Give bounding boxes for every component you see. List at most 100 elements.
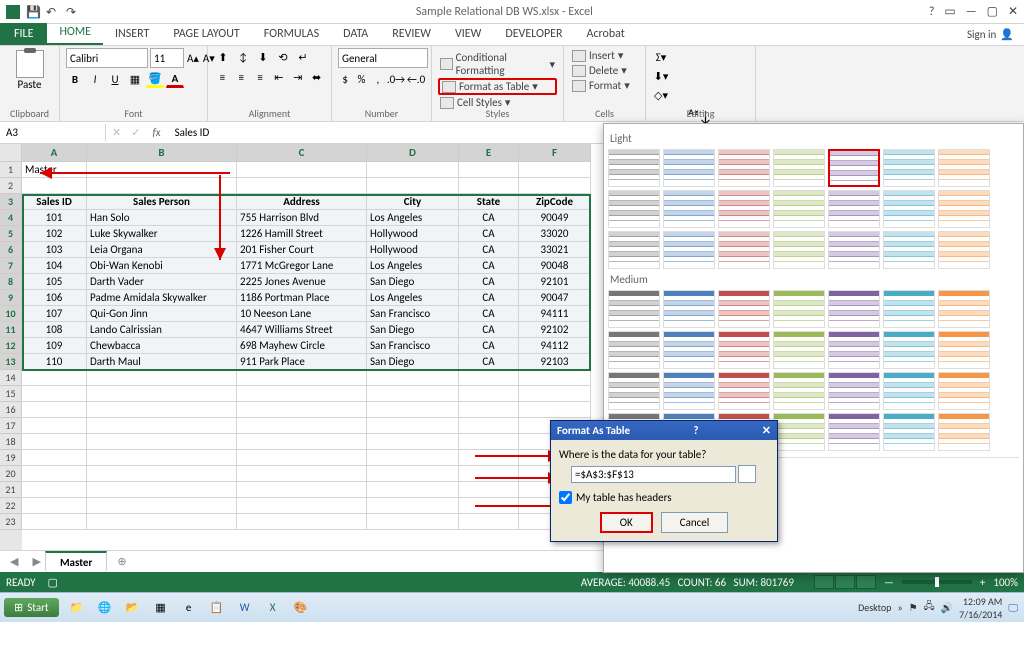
cell[interactable]: 1226 Hamill Street: [237, 226, 367, 242]
clock-time[interactable]: 12:09 AM: [959, 595, 1002, 608]
minimize-icon[interactable]: —: [966, 5, 977, 19]
cell[interactable]: 90048: [519, 258, 591, 274]
col-header-E[interactable]: E: [459, 144, 519, 162]
row-header-19[interactable]: 19: [0, 450, 22, 466]
cell[interactable]: San Diego: [367, 354, 459, 370]
row-header-4[interactable]: 4: [0, 210, 22, 226]
cell[interactable]: [367, 162, 459, 178]
table-style-swatch[interactable]: [828, 372, 880, 410]
table-style-swatch[interactable]: [663, 190, 715, 228]
row-header-20[interactable]: 20: [0, 466, 22, 482]
cell[interactable]: State: [459, 194, 519, 210]
cell[interactable]: Darth Vader: [87, 274, 237, 290]
view-normal-icon[interactable]: [814, 575, 834, 589]
table-style-swatch[interactable]: [773, 331, 825, 369]
cell[interactable]: [459, 418, 519, 434]
format-as-table-button[interactable]: Format as Table▾: [438, 78, 557, 95]
range-input[interactable]: [571, 466, 736, 483]
cell[interactable]: [22, 514, 87, 530]
maximize-icon[interactable]: ▢: [987, 4, 998, 19]
name-box[interactable]: A3: [0, 124, 106, 141]
cell[interactable]: Luke Skywalker: [87, 226, 237, 242]
table-style-swatch[interactable]: [828, 331, 880, 369]
tray-monitor-icon[interactable]: 🖵: [1008, 601, 1018, 614]
wrap-text-icon[interactable]: ↵: [294, 48, 312, 66]
cell[interactable]: 33021: [519, 242, 591, 258]
merge-center-icon[interactable]: ⬌: [308, 68, 325, 86]
enter-formula-icon[interactable]: ✓: [127, 126, 144, 139]
table-style-swatch[interactable]: [938, 149, 990, 187]
cell[interactable]: 106: [22, 290, 87, 306]
table-style-swatch[interactable]: [883, 231, 935, 269]
ok-button[interactable]: OK: [600, 512, 653, 533]
orientation-icon[interactable]: ⟲: [274, 48, 292, 66]
cell[interactable]: [87, 370, 237, 386]
tab-formulas[interactable]: FORMULAS: [252, 23, 331, 45]
cell[interactable]: [237, 498, 367, 514]
cell[interactable]: [22, 178, 87, 194]
cell[interactable]: [237, 162, 367, 178]
table-style-swatch[interactable]: [938, 331, 990, 369]
fill-icon[interactable]: ⬇▾: [652, 67, 670, 85]
delete-cells-button[interactable]: Delete▾: [570, 63, 639, 78]
tray-volume-icon[interactable]: 🔊: [941, 601, 953, 614]
cell[interactable]: 33020: [519, 226, 591, 242]
cell[interactable]: [22, 466, 87, 482]
cell[interactable]: CA: [459, 290, 519, 306]
cell[interactable]: [459, 450, 519, 466]
bold-button[interactable]: B: [66, 70, 84, 88]
cell[interactable]: [237, 386, 367, 402]
cell[interactable]: 1186 Portman Place: [237, 290, 367, 306]
font-name-select[interactable]: [66, 48, 148, 68]
cell[interactable]: [22, 370, 87, 386]
cell[interactable]: 698 Mayhew Circle: [237, 338, 367, 354]
cell[interactable]: San Francisco: [367, 338, 459, 354]
conditional-formatting-button[interactable]: Conditional Formatting▾: [438, 50, 557, 78]
tray-chevron-icon[interactable]: »: [897, 601, 902, 614]
comma-icon[interactable]: ,: [371, 70, 385, 88]
cell[interactable]: Los Angeles: [367, 210, 459, 226]
row-header-6[interactable]: 6: [0, 242, 22, 258]
table-style-swatch[interactable]: [718, 372, 770, 410]
zoom-in-icon[interactable]: +: [980, 576, 985, 589]
cell[interactable]: [22, 482, 87, 498]
table-style-swatch[interactable]: [718, 190, 770, 228]
cell[interactable]: 94111: [519, 306, 591, 322]
cell[interactable]: CA: [459, 274, 519, 290]
cell[interactable]: [237, 514, 367, 530]
cell[interactable]: [237, 434, 367, 450]
tray-network-icon[interactable]: 🖧: [924, 599, 935, 616]
cell[interactable]: Obi-Wan Kenobi: [87, 258, 237, 274]
word-icon[interactable]: W: [232, 597, 258, 619]
cell[interactable]: [459, 162, 519, 178]
show-desktop-button[interactable]: Desktop: [858, 601, 891, 614]
table-style-swatch[interactable]: [828, 149, 880, 187]
tab-pagelayout[interactable]: PAGE LAYOUT: [161, 23, 251, 45]
dialog-close-icon[interactable]: ✕: [762, 424, 771, 437]
cell[interactable]: 92103: [519, 354, 591, 370]
cell[interactable]: [459, 402, 519, 418]
cell[interactable]: [87, 466, 237, 482]
grow-font-icon[interactable]: A▴: [186, 49, 200, 67]
cell[interactable]: [367, 466, 459, 482]
table-style-swatch[interactable]: [828, 190, 880, 228]
table-style-swatch[interactable]: [883, 372, 935, 410]
cell[interactable]: [22, 498, 87, 514]
table-style-swatch[interactable]: [718, 149, 770, 187]
ie-icon[interactable]: e: [176, 597, 202, 619]
col-header-A[interactable]: A: [22, 144, 87, 162]
table-style-swatch[interactable]: [773, 190, 825, 228]
cell[interactable]: [367, 514, 459, 530]
cell[interactable]: 108: [22, 322, 87, 338]
cell[interactable]: [87, 514, 237, 530]
autosum-icon[interactable]: Σ▾: [652, 48, 670, 66]
cell[interactable]: [237, 370, 367, 386]
percent-icon[interactable]: %: [354, 70, 368, 88]
cells-grid[interactable]: MasterSales IDSales PersonAddressCitySta…: [22, 162, 591, 550]
app-icon[interactable]: ▦: [148, 597, 174, 619]
table-style-swatch[interactable]: [883, 413, 935, 451]
table-style-swatch[interactable]: [828, 413, 880, 451]
new-sheet-icon[interactable]: ⊕: [107, 555, 136, 568]
tab-insert[interactable]: INSERT: [103, 23, 161, 45]
cell[interactable]: [22, 450, 87, 466]
